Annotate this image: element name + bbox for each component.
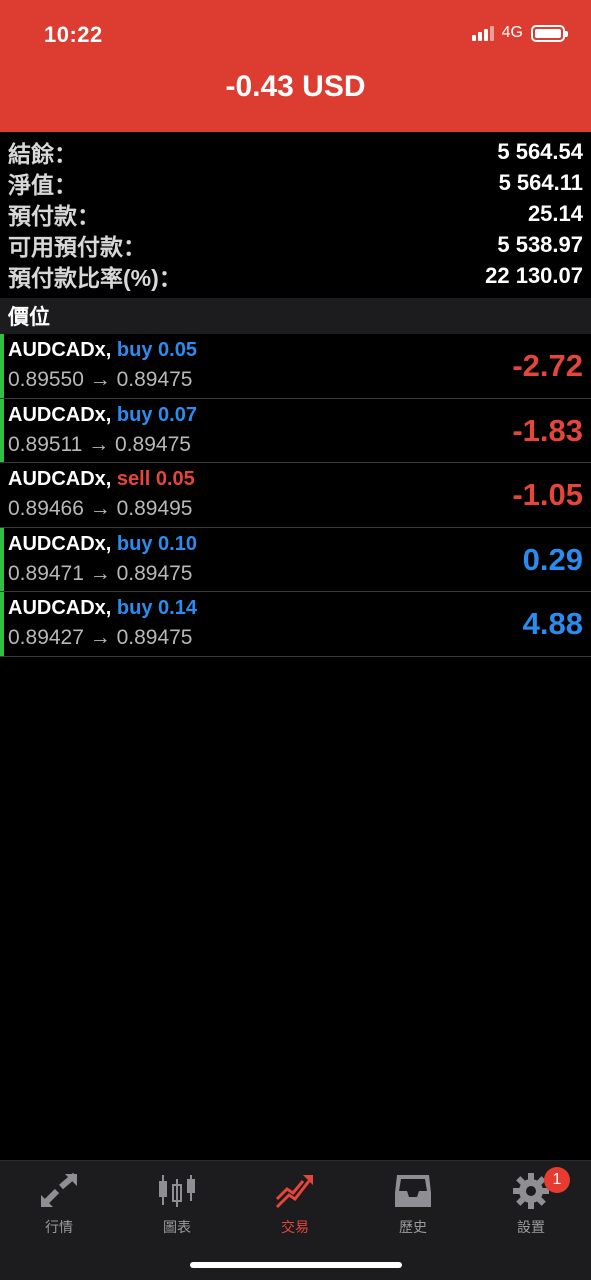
position-side: sell 0.05 — [116, 468, 195, 490]
position-prices: 0.89471 → 0.89475 — [8, 561, 193, 585]
position-profit: -1.83 — [512, 412, 583, 448]
summary-row-free-margin: 可用預付款： 5 538.97 — [0, 229, 591, 260]
home-indicator[interactable] — [190, 1262, 402, 1268]
position-prices: 0.89427 → 0.89475 — [8, 626, 193, 649]
tab-chart[interactable]: 圖表 — [118, 1169, 236, 1237]
position-symbol: AUDCADx, — [8, 468, 112, 490]
tab-label: 設置 — [517, 1219, 545, 1235]
position-row[interactable]: AUDCADx, buy 0.07 0.89511 → 0.89475 -1.8… — [0, 398, 591, 463]
position-side: buy 0.05 — [116, 339, 197, 361]
free-margin-label: 可用預付款： — [8, 233, 146, 260]
position-prices: 0.89550 → 0.89475 — [8, 368, 193, 391]
history-inbox-icon — [354, 1169, 472, 1213]
position-indicator — [0, 334, 4, 398]
margin-label: 預付款： — [8, 202, 100, 229]
position-symbol: AUDCADx, — [8, 597, 112, 619]
floating-pl-title: -0.43 USD — [225, 70, 366, 103]
position-profit: 0.29 — [522, 541, 583, 577]
notification-badge: 1 — [544, 1167, 570, 1193]
position-indicator — [0, 398, 4, 462]
margin-level-value: 22 130.07 — [485, 262, 583, 288]
position-row[interactable]: AUDCADx, sell 0.05 0.89466 → 0.89495 -1.… — [0, 463, 591, 528]
battery-icon — [531, 24, 568, 42]
position-prices: 0.89511 → 0.89475 — [8, 432, 191, 456]
position-symbol: AUDCADx, — [8, 339, 112, 361]
tab-trade[interactable]: 交易 — [236, 1169, 354, 1237]
margin-level-label: 預付款比率(%)： — [8, 264, 182, 291]
trade-trend-icon — [236, 1169, 354, 1213]
position-side: buy 0.10 — [116, 532, 197, 555]
position-side: buy 0.07 — [116, 403, 197, 426]
position-indicator — [0, 592, 4, 656]
tab-label: 歷史 — [399, 1219, 427, 1235]
positions-section-header: 價位 — [0, 298, 591, 334]
position-symbol: AUDCADx, — [8, 532, 112, 555]
balance-value: 5 564.54 — [497, 138, 583, 164]
quotes-arrows-icon — [0, 1169, 118, 1213]
position-indicator — [0, 527, 4, 591]
summary-row-margin-level: 預付款比率(%)： 22 130.07 — [0, 260, 591, 291]
balance-label: 結餘： — [8, 140, 77, 167]
tab-label: 交易 — [281, 1219, 309, 1235]
summary-row-balance: 結餘： 5 564.54 — [0, 136, 591, 167]
tab-history[interactable]: 歷史 — [354, 1169, 472, 1237]
status-time: 10:22 — [44, 22, 103, 47]
position-profit: 4.88 — [522, 606, 583, 641]
position-prices: 0.89466 → 0.89495 — [8, 497, 193, 520]
tab-label: 行情 — [45, 1219, 73, 1235]
signal-icon — [471, 25, 494, 41]
settings-gear-icon — [472, 1169, 590, 1213]
equity-value: 5 564.11 — [498, 169, 583, 195]
tab-label: 圖表 — [163, 1219, 191, 1235]
margin-value: 25.14 — [527, 200, 583, 226]
candlestick-chart-icon — [118, 1169, 236, 1213]
position-symbol: AUDCADx, — [8, 403, 112, 426]
tab-settings[interactable]: 設置 1 — [472, 1167, 590, 1237]
equity-label: 淨值： — [8, 171, 77, 198]
network-type: 4G — [501, 24, 523, 41]
free-margin-value: 5 538.97 — [497, 231, 583, 257]
position-row[interactable]: AUDCADx, buy 0.05 0.89550 → 0.89475 -2.7… — [0, 334, 591, 399]
summary-row-margin: 預付款： 25.14 — [0, 198, 591, 229]
position-row[interactable]: AUDCADx, buy 0.14 0.89427 → 0.89475 4.88 — [0, 592, 591, 657]
app-header: 10:22 4G -0.43 USD — [0, 0, 591, 132]
position-profit: -2.72 — [512, 348, 583, 383]
account-summary: 結餘： 5 564.54 淨值： 5 564.11 預付款： 25.14 可用預… — [0, 136, 591, 291]
summary-row-equity: 淨值： 5 564.11 — [0, 167, 591, 198]
position-side: buy 0.14 — [116, 597, 197, 619]
position-profit: -1.05 — [512, 477, 583, 512]
position-row[interactable]: AUDCADx, buy 0.10 0.89471 → 0.89475 0.29 — [0, 527, 591, 592]
positions-list: AUDCADx, buy 0.05 0.89550 → 0.89475 -2.7… — [0, 334, 591, 657]
tab-quotes[interactable]: 行情 — [0, 1169, 118, 1237]
status-indicators: 4G — [471, 24, 568, 42]
